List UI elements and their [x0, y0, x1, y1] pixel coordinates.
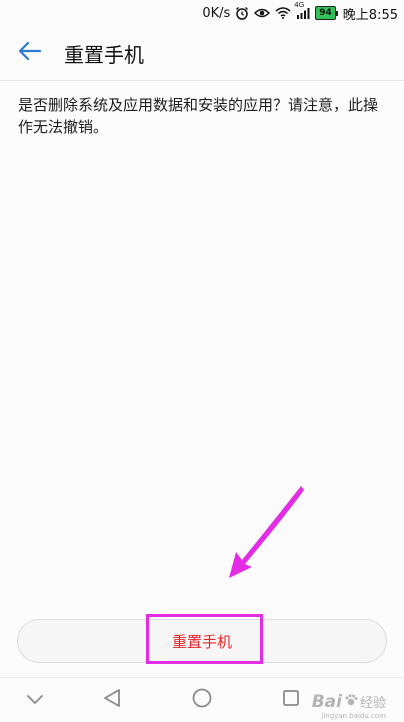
network-speed: 0K/s: [202, 5, 231, 21]
reset-phone-button[interactable]: 重置手机: [17, 619, 387, 663]
baidu-watermark: Bai 经验 jingyan.baidu.com: [311, 692, 386, 720]
signal-type: 4G: [294, 1, 305, 9]
battery-icon: 94: [315, 6, 338, 20]
alarm-icon: [235, 6, 249, 20]
reset-description: 是否删除系统及应用数据和安装的应用？请注意，此操作无法撤销。: [18, 96, 379, 136]
watermark-sub: 经验: [359, 696, 386, 711]
chevron-down-icon: [26, 691, 44, 710]
status-bar: 0K/s 4G 94 晚上8:55: [0, 0, 404, 26]
wifi-icon: [275, 7, 291, 19]
nav-collapse-button[interactable]: [10, 678, 60, 722]
nav-home-button[interactable]: [177, 678, 227, 722]
back-button[interactable]: [8, 31, 52, 75]
cell-signal-icon: 4G: [294, 1, 310, 19]
paw-icon: [344, 692, 358, 711]
watermark-url: jingyan.baidu.com: [321, 712, 386, 720]
watermark-brand: Bai: [311, 692, 342, 712]
nav-bar: Bai 经验 jingyan.baidu.com: [0, 677, 404, 722]
back-arrow-icon: [18, 41, 42, 65]
eye-comfort-icon: [254, 7, 271, 19]
home-circle-icon: [192, 688, 212, 712]
page-title: 重置手机: [64, 42, 144, 67]
back-triangle-icon: [103, 688, 121, 712]
reset-phone-label: 重置手机: [171, 632, 232, 651]
app-bar: 重置手机: [0, 26, 404, 81]
battery-level: 94: [315, 6, 336, 20]
nav-recents-button[interactable]: [266, 678, 316, 722]
nav-back-button[interactable]: [87, 678, 137, 722]
clock: 晚上8:55: [342, 7, 398, 23]
recents-square-icon: [282, 689, 300, 711]
